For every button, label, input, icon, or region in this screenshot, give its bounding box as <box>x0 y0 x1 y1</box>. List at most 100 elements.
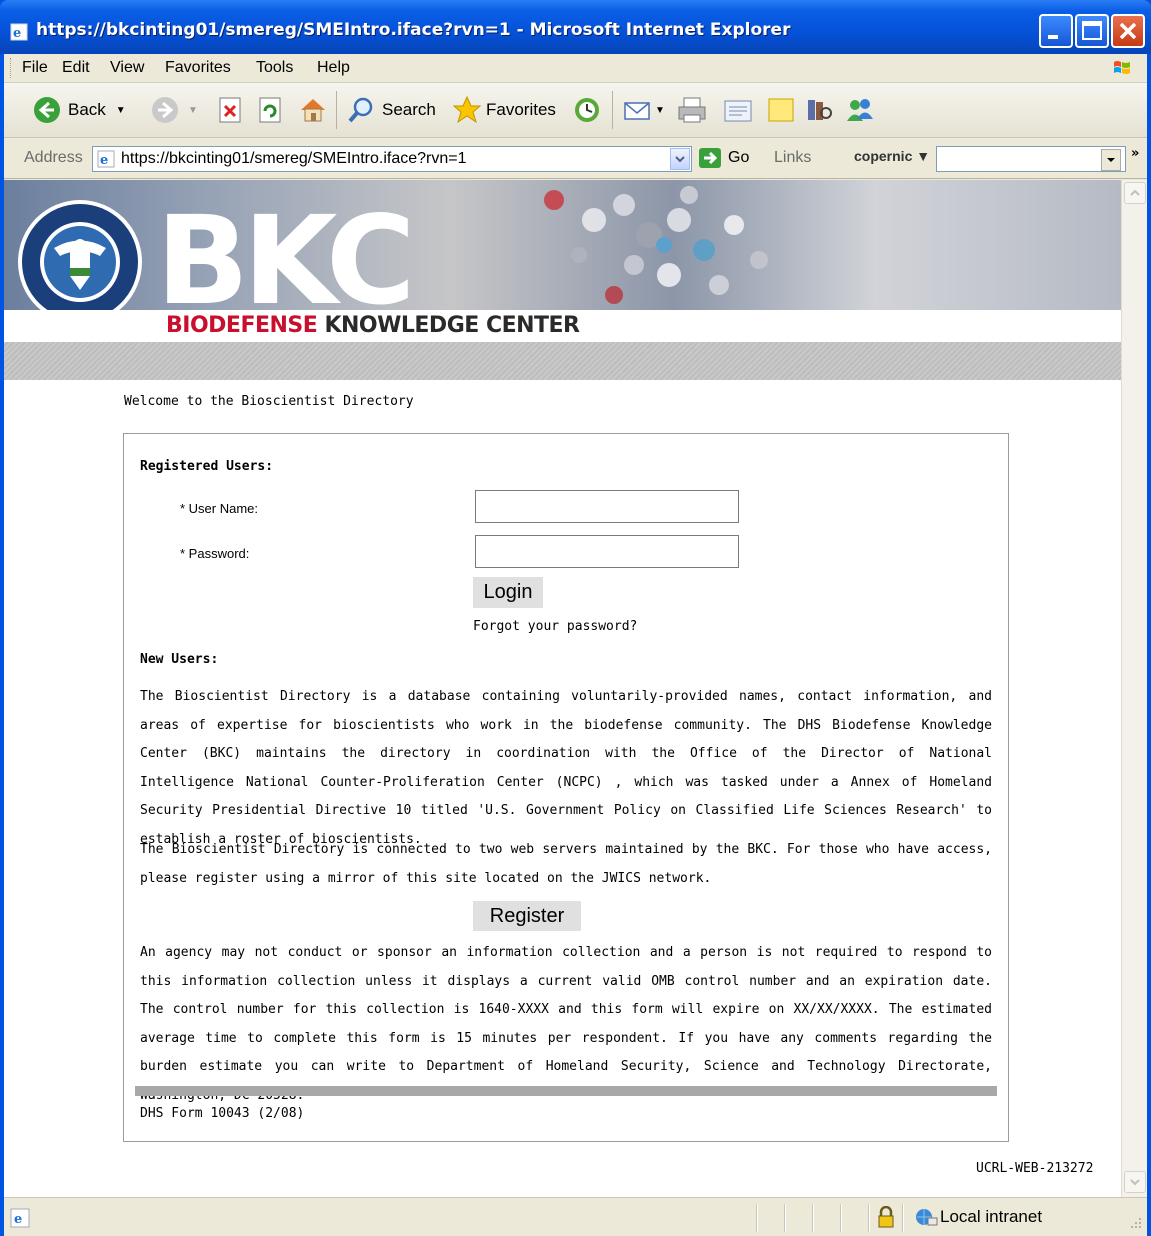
minimize-button[interactable] <box>1039 14 1073 48</box>
address-url: https://bkcinting01/smereg/SMEIntro.ifac… <box>121 150 467 167</box>
go-button[interactable]: Go <box>698 147 749 169</box>
search-button[interactable]: Search <box>346 93 436 127</box>
maximize-button[interactable] <box>1075 14 1109 48</box>
menu-tools[interactable]: Tools <box>256 59 293 77</box>
copernic-search-input[interactable] <box>936 146 1126 172</box>
messenger-button[interactable] <box>844 93 876 127</box>
menu-grip <box>10 58 14 78</box>
status-bar: e Local intranet <box>4 1197 1147 1236</box>
copernic-toolbar[interactable]: copernic ▼ <box>854 148 930 164</box>
menu-file[interactable]: File <box>22 59 48 77</box>
dhs-seal <box>18 200 142 310</box>
menu-bar: File Edit View Favorites Tools Help <box>4 54 1147 83</box>
search-icon <box>348 97 373 123</box>
page-status-icon: e <box>10 1208 30 1228</box>
browser-window: e https://bkcinting01/smereg/SMEIntro.if… <box>0 0 1151 1236</box>
svg-text:e: e <box>14 1212 22 1227</box>
omb-notice-paragraph: An agency may not conduct or sponsor an … <box>140 945 992 1103</box>
print-button[interactable] <box>676 93 708 127</box>
form-number: DHS Form 10043 (2/08) <box>140 1106 305 1121</box>
minimize-icon <box>1048 35 1058 39</box>
status-divider <box>840 1204 842 1232</box>
svg-text:e: e <box>13 26 21 41</box>
login-panel: Registered Users: * User Name: * Passwor… <box>123 433 1009 1142</box>
registered-users-heading: Registered Users: <box>140 459 274 474</box>
links-toolbar[interactable]: Links <box>774 149 811 167</box>
status-divider <box>902 1204 904 1232</box>
stop-icon <box>219 97 241 123</box>
vertical-scrollbar[interactable] <box>1121 180 1147 1197</box>
edit-button[interactable] <box>722 93 754 127</box>
notes-button[interactable] <box>766 93 796 127</box>
subtitle-knowledge-center: KNOWLEDGE CENTER <box>317 313 580 338</box>
address-bar: Address e https://bkcinting01/smereg/SME… <box>4 138 1147 179</box>
research-button[interactable] <box>804 93 834 127</box>
forward-dropdown-icon[interactable]: ▼ <box>188 105 198 116</box>
windows-logo-icon <box>1114 61 1130 74</box>
toolbar-overflow-icon[interactable]: » <box>1131 146 1139 161</box>
mail-button[interactable]: ▼ <box>622 93 665 127</box>
toolbar-separator <box>336 91 337 129</box>
username-input[interactable] <box>475 490 739 523</box>
scroll-down-button[interactable] <box>1124 1171 1146 1193</box>
welcome-text: Welcome to the Bioscientist Directory <box>124 394 414 409</box>
molecule-graphic <box>544 186 768 304</box>
footer-code: UCRL-WEB-213272 <box>976 1161 1094 1176</box>
refresh-button[interactable] <box>258 93 284 127</box>
toolbar-separator <box>612 91 613 129</box>
edit-page-icon <box>724 100 752 122</box>
favorites-button[interactable]: Favorites <box>452 93 556 127</box>
chevron-down-icon <box>1107 158 1115 162</box>
menu-edit[interactable]: Edit <box>62 59 90 77</box>
address-dropdown[interactable] <box>670 148 690 170</box>
history-icon <box>575 98 599 122</box>
banner-stripe <box>4 342 1121 380</box>
title-bar[interactable]: e https://bkcinting01/smereg/SMEIntro.if… <box>0 0 1151 54</box>
banner-subtitle: BIODEFENSE KNOWLEDGE CENTER <box>166 313 580 338</box>
forward-button[interactable]: ▼ <box>150 93 198 127</box>
resize-grip-icon[interactable] <box>1127 1214 1143 1230</box>
copernic-dropdown[interactable] <box>1101 149 1121 171</box>
back-dropdown-icon[interactable]: ▼ <box>116 105 126 116</box>
bkc-letters: BKC <box>156 190 416 310</box>
menu-view[interactable]: View <box>110 59 144 77</box>
forgot-password-link[interactable]: Forgot your password? <box>473 619 637 634</box>
mail-dropdown-icon[interactable]: ▼ <box>655 105 665 116</box>
menu-help[interactable]: Help <box>317 59 350 77</box>
chevron-down-icon <box>675 156 685 163</box>
scroll-up-button[interactable] <box>1124 182 1146 204</box>
search-label: Search <box>382 100 436 119</box>
back-arrow-icon <box>34 97 60 123</box>
favorites-label: Favorites <box>486 100 556 119</box>
chevron-up-icon <box>1130 189 1140 196</box>
page-content: BKC BIODEFENSE KNOWLEDGE CENTER Welcome … <box>4 180 1121 1197</box>
close-button[interactable] <box>1111 14 1145 48</box>
back-button[interactable]: Back ▼ <box>32 93 126 127</box>
go-arrow-icon <box>699 148 721 168</box>
access-paragraph: The Bioscientist Directory is connected … <box>140 842 992 886</box>
status-divider <box>784 1204 786 1232</box>
history-button[interactable] <box>572 93 602 127</box>
copernic-label: copernic <box>854 148 913 164</box>
maximize-icon <box>1082 21 1102 40</box>
register-button[interactable]: Register <box>473 901 581 931</box>
new-users-heading: New Users: <box>140 652 219 667</box>
chevron-down-icon <box>1130 1179 1140 1186</box>
menu-favorites[interactable]: Favorites <box>165 59 231 77</box>
favorites-star-icon <box>452 95 482 124</box>
back-label: Back <box>68 100 106 119</box>
banner-image: BKC <box>4 180 1121 310</box>
address-label: Address <box>24 149 83 166</box>
local-intranet-icon <box>916 1209 938 1226</box>
status-divider <box>868 1204 870 1232</box>
password-input[interactable] <box>475 535 739 568</box>
mail-icon <box>624 102 650 120</box>
status-divider <box>812 1204 814 1232</box>
page-icon: e <box>97 150 115 168</box>
address-input[interactable]: e https://bkcinting01/smereg/SMEIntro.if… <box>92 146 692 172</box>
stop-button[interactable] <box>218 93 244 127</box>
home-button[interactable] <box>298 93 328 127</box>
security-zone-label: Local intranet <box>940 1207 1043 1226</box>
go-label: Go <box>728 149 750 166</box>
login-button[interactable]: Login <box>473 577 543 608</box>
